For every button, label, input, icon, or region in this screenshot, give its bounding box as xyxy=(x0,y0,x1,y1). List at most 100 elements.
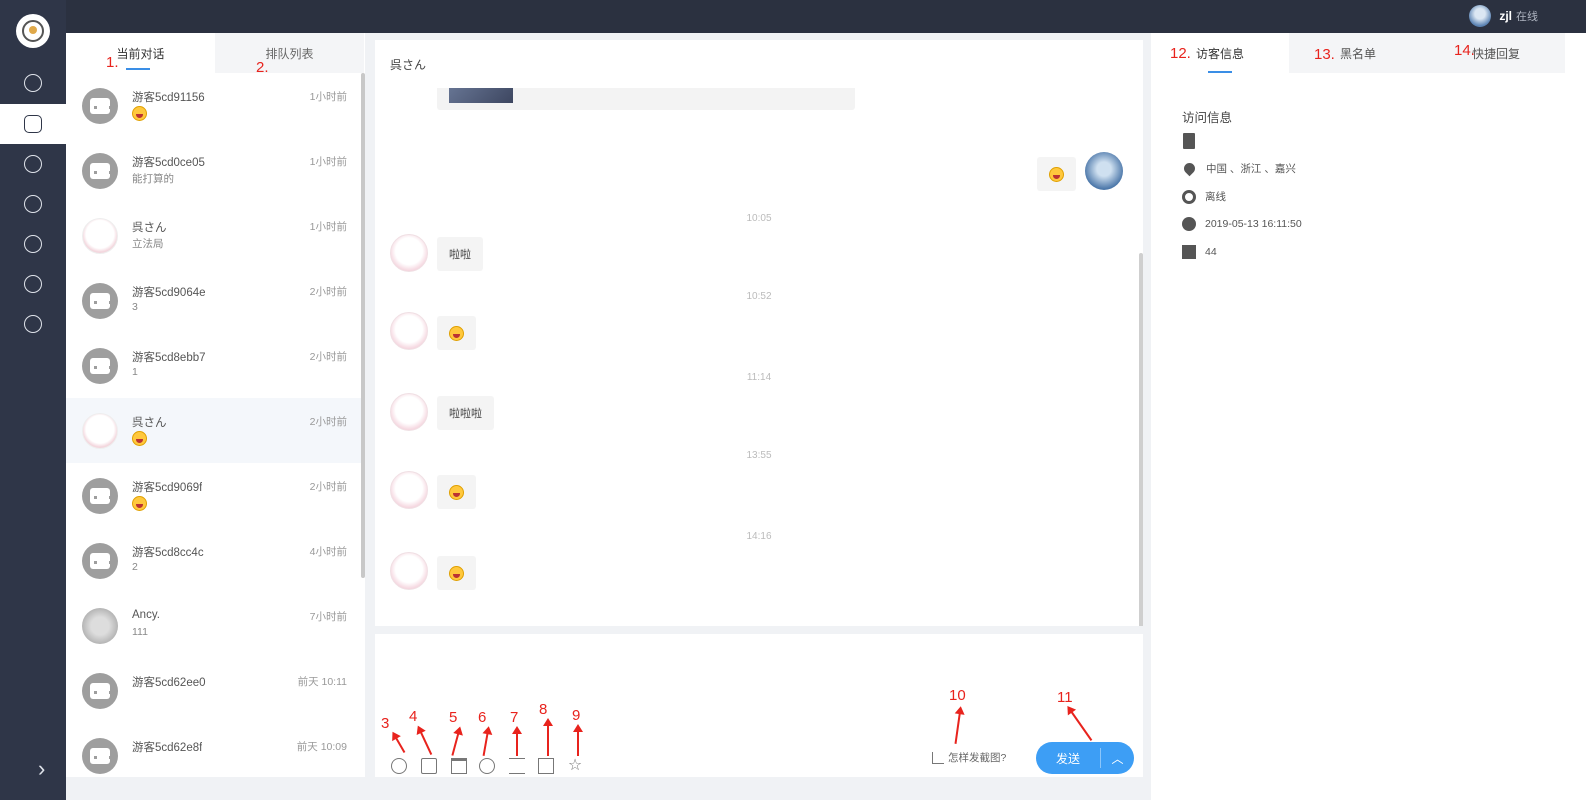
conversation-item[interactable]: 游客5cd62ee0 前天 10:11 xyxy=(66,658,361,723)
annotation-label: 12. xyxy=(1170,45,1191,62)
message-time: 10:52 xyxy=(746,291,772,302)
app-logo[interactable] xyxy=(16,14,50,48)
conversation-item[interactable]: 呉さん 1小时前立法局 xyxy=(66,203,361,268)
avatar xyxy=(82,283,118,319)
star-icon[interactable]: ☆ xyxy=(567,758,583,774)
folder-icon[interactable] xyxy=(451,758,467,774)
conversation-time: 4小时前 xyxy=(309,546,347,558)
preview-text: 111 xyxy=(132,626,148,638)
home-icon xyxy=(24,74,42,92)
tab-queue[interactable]: 排队列表 xyxy=(215,33,364,73)
image-thumbnail[interactable] xyxy=(449,88,513,103)
conversation-name: 游客5cd9064e xyxy=(132,287,206,299)
shop-icon xyxy=(24,275,42,293)
laugh-emoji-icon xyxy=(1049,166,1064,182)
laugh-emoji-icon xyxy=(449,565,464,581)
conversation-time: 1小时前 xyxy=(309,156,347,168)
message-text: 啦啦 xyxy=(449,249,471,261)
nav-chat[interactable] xyxy=(0,104,66,144)
conversation-item[interactable]: 游客5cd8ebb7 2小时前 1 xyxy=(66,333,361,398)
visitor-message-bubble xyxy=(437,316,476,350)
nav-users[interactable] xyxy=(0,224,66,264)
conversation-preview xyxy=(132,431,147,446)
conversation-name: 游客5cd62ee0 xyxy=(132,677,206,689)
conversation-item[interactable]: 游客5cd91156 1小时前 xyxy=(66,73,361,138)
tab-blacklist[interactable]: 黑名单 xyxy=(1289,33,1427,73)
nav-shop[interactable] xyxy=(0,264,66,304)
list-scrollbar[interactable] xyxy=(361,73,365,578)
conversation-name: 呉さん xyxy=(132,222,167,234)
clock-icon xyxy=(1182,217,1196,231)
conversation-time: 2小时前 xyxy=(309,481,347,493)
conversation-time: 1小时前 xyxy=(309,221,347,233)
expand-chevron-icon[interactable]: › xyxy=(38,758,45,780)
avatar xyxy=(82,478,118,514)
conversation-list: 游客5cd91156 1小时前 游客5cd0ce05 1小时前 能打算的 呉さん 1小时前立… xyxy=(66,73,361,777)
chat-scrollbar[interactable] xyxy=(1139,253,1143,626)
conversation-item[interactable]: 游客5cd8cc4c 4小时前 2 xyxy=(66,528,361,593)
conversation-item[interactable]: 游客5cd62e8f 前天 10:09 xyxy=(66,723,361,777)
conversation-time: 2小时前 xyxy=(309,351,347,363)
send-button[interactable]: 发送 ︿ xyxy=(1036,742,1134,774)
transfer-icon[interactable] xyxy=(509,758,525,774)
message-time: 10:05 xyxy=(746,213,772,224)
history-icon xyxy=(24,155,42,173)
conversation-item[interactable]: 呉さん 2小时前 xyxy=(66,398,361,463)
visitor-avatar xyxy=(390,393,428,431)
conversation-name: 呉さん xyxy=(132,417,167,429)
visitor-avatar xyxy=(390,234,428,272)
document-icon[interactable] xyxy=(538,758,554,774)
nav-history[interactable] xyxy=(0,144,66,184)
avatar xyxy=(1469,5,1492,27)
laugh-emoji-icon xyxy=(449,325,464,341)
block-icon[interactable] xyxy=(479,758,495,774)
image-icon[interactable] xyxy=(421,758,437,774)
conversation-preview: 3 xyxy=(132,301,138,313)
annotation-arrow xyxy=(543,718,553,756)
conversation-time: 1小时前 xyxy=(309,91,347,103)
conversation-item[interactable]: 游客5cd0ce05 1小时前 能打算的 xyxy=(66,138,361,203)
conversation-item[interactable]: Ancy. 7小时前 111 xyxy=(66,593,361,658)
conversation-item[interactable]: 游客5cd9069f 2小时前 xyxy=(66,463,361,528)
conversation-name: Ancy. xyxy=(132,609,160,621)
image-message[interactable] xyxy=(437,88,855,110)
visitor-avatar xyxy=(390,312,428,350)
conversation-name: 游客5cd62e8f xyxy=(132,742,203,754)
conversation-item[interactable]: 游客5cd9064e 2小时前 3 xyxy=(66,268,361,333)
avatar xyxy=(82,673,118,709)
annotation-label: 3 xyxy=(381,715,390,732)
avatar xyxy=(82,738,118,774)
conversation-name: 游客5cd91156 xyxy=(132,92,205,104)
message-composer[interactable]: ☆ 怎样发截图? 发送 ︿ xyxy=(375,634,1143,777)
screenshot-hint-text: 怎样发截图? xyxy=(948,752,1007,764)
emoji-icon xyxy=(132,496,147,511)
star-icon xyxy=(24,195,42,213)
info-row-time: 2019-05-13 16:11:50 xyxy=(1182,217,1302,231)
datetime-text: 2019-05-13 16:11:50 xyxy=(1205,218,1302,230)
message-time: 11:14 xyxy=(746,372,772,383)
annotation-label: 10 xyxy=(949,687,966,704)
conversation-preview xyxy=(132,106,147,121)
user-name: zjl xyxy=(1499,9,1512,23)
count-text: 44 xyxy=(1205,246,1217,258)
emoji-icon[interactable] xyxy=(391,758,407,774)
info-row-count: 44 xyxy=(1182,245,1217,259)
annotation-label: 6 xyxy=(478,709,487,726)
avatar xyxy=(82,348,118,384)
visitor-message-bubble xyxy=(437,556,476,590)
annotation-label: 8 xyxy=(539,701,548,718)
tab-current-conversations[interactable]: 当前对话 xyxy=(66,33,215,73)
nav-settings[interactable] xyxy=(0,304,66,344)
nav-favorite[interactable] xyxy=(0,184,66,224)
visitor-avatar xyxy=(390,552,428,590)
logo-icon xyxy=(22,20,44,42)
user-menu[interactable]: zjl 在线 xyxy=(1469,5,1538,27)
screenshot-help-link[interactable]: 怎样发截图? xyxy=(932,750,1006,765)
crop-icon xyxy=(932,751,944,764)
preview-text: 1 xyxy=(132,366,138,378)
nav-home[interactable] xyxy=(0,63,66,103)
tab-quick-reply[interactable]: 快捷回复 xyxy=(1427,33,1565,73)
emoji-icon xyxy=(132,106,147,121)
chevron-up-icon[interactable]: ︿ xyxy=(1101,750,1134,767)
preview-text: 立法局 xyxy=(132,238,164,250)
